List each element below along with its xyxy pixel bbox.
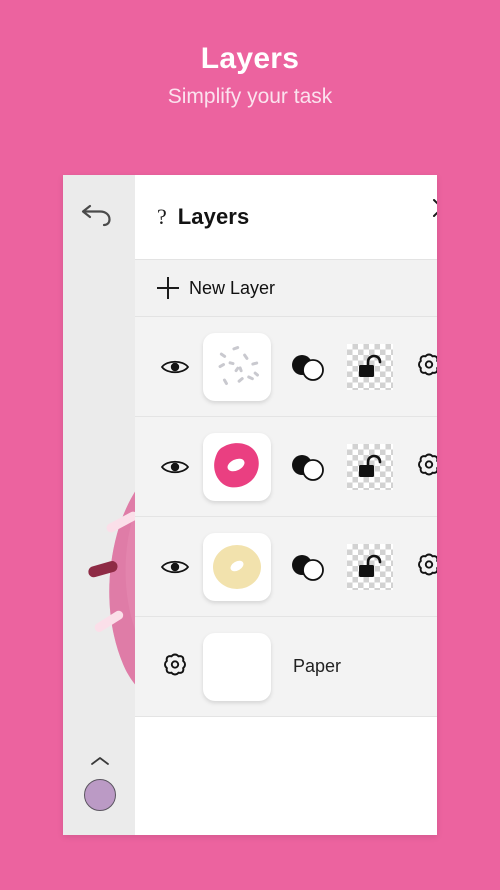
app-screenshot: Layers Simplify your task ? Layers New L… <box>0 0 500 890</box>
left-toolbar <box>63 175 135 835</box>
layer-blend-mode-button[interactable] <box>277 451 339 483</box>
gear-icon <box>164 653 186 675</box>
close-x-icon[interactable] <box>429 195 437 221</box>
blend-mode-circles-icon <box>292 554 324 581</box>
layers-panel: ? Layers New Layer Paper <box>135 175 437 835</box>
unlock-icon <box>359 554 382 577</box>
eye-icon <box>160 560 190 573</box>
layer-thumbnail[interactable] <box>197 432 277 501</box>
plus-icon <box>157 277 179 299</box>
layer-lock-button[interactable] <box>339 343 401 390</box>
gear-icon <box>418 353 437 375</box>
paper-settings-button[interactable] <box>153 652 197 682</box>
donut-dough-thumbnail-icon <box>213 544 261 589</box>
blend-mode-circles-icon <box>292 354 324 381</box>
unlock-icon <box>359 454 382 477</box>
layer-visibility-toggle[interactable] <box>153 357 197 377</box>
panel-empty-area <box>135 717 437 835</box>
layer-thumbnail[interactable] <box>197 332 277 401</box>
blend-mode-circles-icon <box>292 454 324 481</box>
eye-icon <box>160 460 190 473</box>
promo-title: Layers <box>200 42 300 75</box>
unlock-icon <box>359 354 382 377</box>
layer-settings-button[interactable] <box>401 552 437 582</box>
layer-visibility-toggle[interactable] <box>153 557 197 577</box>
layer-settings-button[interactable] <box>401 352 437 382</box>
layer-settings-button[interactable] <box>401 452 437 482</box>
layer-blend-mode-button[interactable] <box>277 351 339 383</box>
layer-row[interactable] <box>135 317 437 417</box>
promo-header: Layers Simplify your task <box>0 0 500 112</box>
layer-row[interactable] <box>135 417 437 517</box>
chevron-up-icon[interactable] <box>90 755 110 767</box>
transparency-checkerboard <box>347 343 393 390</box>
color-swatch[interactable] <box>84 779 116 811</box>
donut-icing-thumbnail-icon <box>214 442 259 487</box>
panel-title: Layers <box>177 204 250 229</box>
layer-blend-mode-button[interactable] <box>277 551 339 583</box>
gear-icon <box>418 553 437 575</box>
question-mark-icon[interactable]: ? <box>157 206 167 228</box>
new-layer-label: New Layer <box>189 277 276 298</box>
paper-thumbnail[interactable] <box>197 632 277 701</box>
panel-header: ? Layers <box>135 175 437 259</box>
eye-icon <box>160 360 190 373</box>
layer-thumbnail[interactable] <box>197 532 277 601</box>
new-layer-button[interactable]: New Layer <box>135 259 437 317</box>
layer-lock-button[interactable] <box>339 543 401 590</box>
layer-row[interactable] <box>135 517 437 617</box>
promo-subtitle: Simplify your task <box>167 85 333 108</box>
undo-arrow-icon[interactable] <box>81 197 115 227</box>
layer-lock-button[interactable] <box>339 443 401 490</box>
layer-list: Paper <box>135 317 437 717</box>
layer-visibility-toggle[interactable] <box>153 457 197 477</box>
canvas-donut-preview <box>88 491 135 685</box>
blank-paper-swatch <box>203 632 271 701</box>
paper-row[interactable]: Paper <box>135 617 437 717</box>
transparency-checkerboard <box>347 543 393 590</box>
paper-label: Paper <box>293 656 342 676</box>
sprinkles-thumbnail-icon <box>218 345 259 385</box>
transparency-checkerboard <box>347 443 393 490</box>
app-window: ? Layers New Layer Paper <box>63 175 437 835</box>
gear-icon <box>418 453 437 475</box>
